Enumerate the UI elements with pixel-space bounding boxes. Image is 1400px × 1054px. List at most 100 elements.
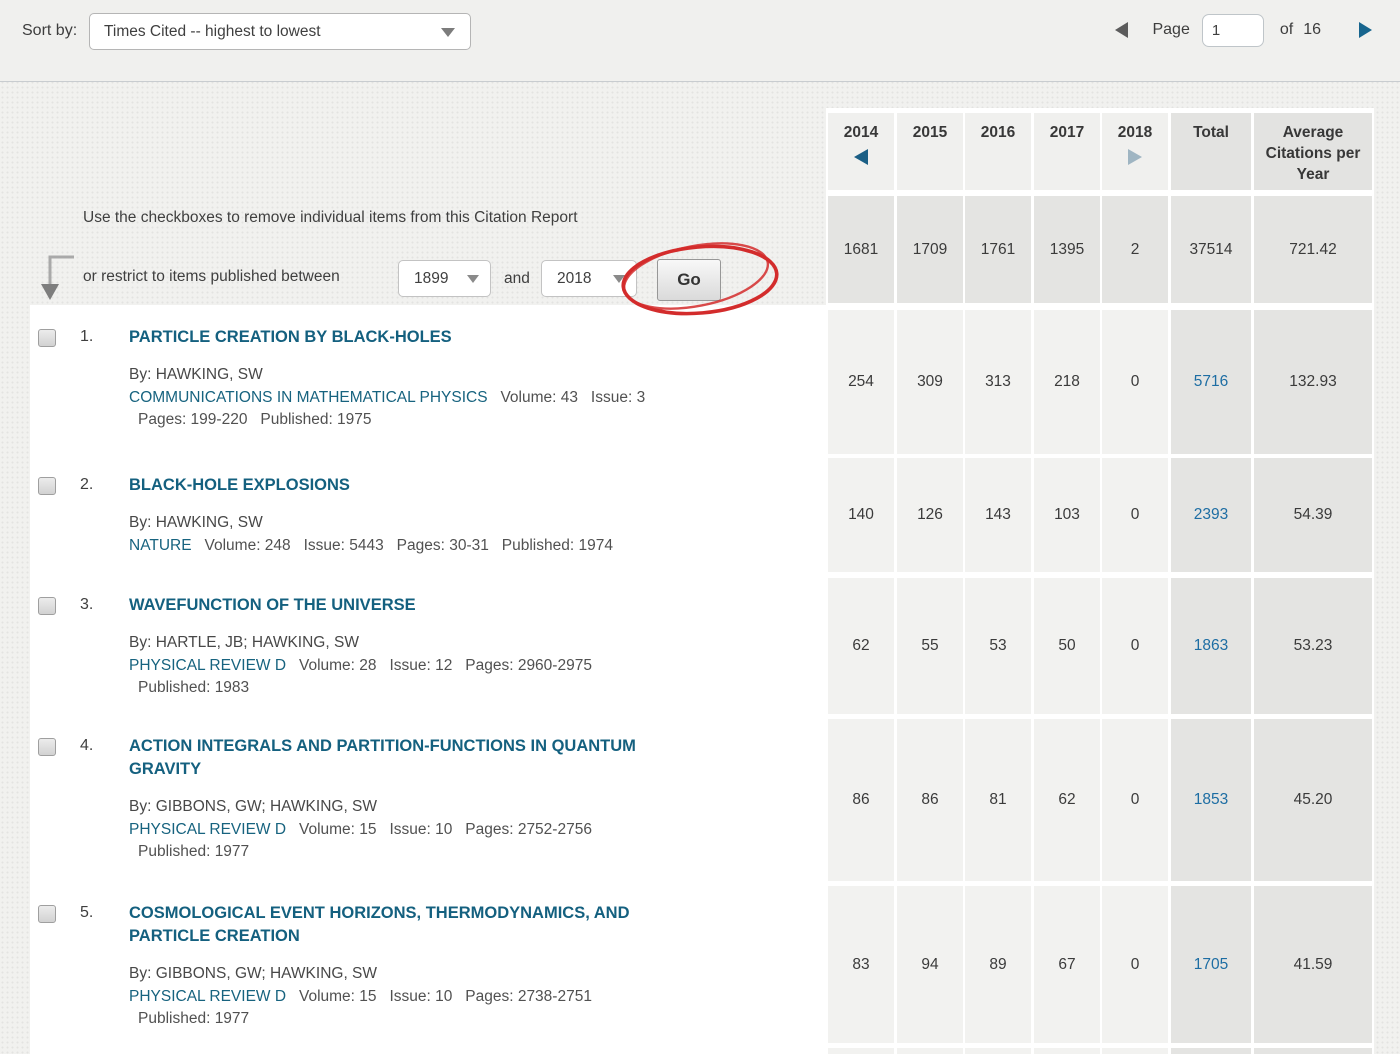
paper-year-citations-cell: 62 — [828, 578, 894, 714]
paper-year-citations-cell: 140 — [828, 458, 894, 572]
paper-year-citations-cell: 83 — [828, 886, 894, 1043]
paper-avg-citations-cell: 41.59 — [1254, 886, 1372, 1043]
paper-avg-citations-cell: 54.39 — [1254, 458, 1372, 572]
page-number-input[interactable] — [1202, 14, 1264, 47]
item-checkbox[interactable] — [38, 905, 56, 923]
item-checkbox[interactable] — [38, 477, 56, 495]
paper-total-citations-cell — [1171, 1048, 1251, 1054]
total-citations-link[interactable]: 1863 — [1194, 637, 1228, 655]
total-citations-link[interactable]: 2393 — [1194, 506, 1228, 524]
paper-title-link[interactable]: COSMOLOGICAL EVENT HORIZONS, THERMODYNAM… — [129, 902, 654, 948]
item-checkbox[interactable] — [38, 329, 56, 347]
paper-year-citations-cell: 143 — [965, 458, 1031, 572]
paper-avg-citations-cell — [1254, 1048, 1372, 1054]
paper-avg-citations-cell: 132.93 — [1254, 310, 1372, 454]
item-number: 1. — [80, 328, 93, 346]
paper-pages-published-meta: Published: 1983 — [129, 677, 819, 699]
paper-total-citations-cell: 1705 — [1171, 886, 1251, 1043]
paper-volume-issue-meta: Volume: 248 Issue: 5443 Pages: 30-31 Pub… — [192, 537, 613, 554]
paper-title-link[interactable]: PARTICLE CREATION BY BLACK-HOLES — [129, 326, 654, 349]
item-text-block: WAVEFUNCTION OF THE UNIVERSE By: HARTLE, … — [129, 594, 819, 699]
paper-title-link[interactable]: ACTION INTEGRALS AND PARTITION-FUNCTIONS… — [129, 735, 654, 781]
avg-citations-column-header: Average Citations per Year — [1254, 113, 1372, 190]
chevron-down-icon — [613, 275, 625, 283]
paper-year-citations-cell: 254 — [828, 310, 894, 454]
item-text-block: PARTICLE CREATION BY BLACK-HOLES By: HAWK… — [129, 326, 819, 431]
paper-pages-published-meta: Pages: 199-220 Published: 1975 — [129, 409, 819, 431]
year-from-value: 1899 — [414, 270, 448, 288]
journal-link[interactable]: PHYSICAL REVIEW D — [129, 988, 286, 1005]
year-header-label: 2015 — [913, 122, 947, 143]
paper-authors: By: GIBBONS, GW; HAWKING, SW — [129, 963, 819, 985]
sort-by-label: Sort by: — [22, 22, 77, 40]
total-citations-link[interactable]: 5716 — [1194, 373, 1228, 391]
paper-avg-citations-cell: 45.20 — [1254, 719, 1372, 881]
paper-year-citations-cell — [897, 1048, 963, 1054]
go-button[interactable]: Go — [657, 259, 721, 301]
prev-page-icon[interactable] — [1115, 22, 1128, 38]
paper-authors: By: HARTLE, JB; HAWKING, SW — [129, 632, 819, 654]
paper-volume-issue-meta: Volume: 15 Issue: 10 Pages: 2752-2756 — [286, 821, 592, 838]
paper-avg-citations-cell: 53.23 — [1254, 578, 1372, 714]
year-header-label: 2018 — [1118, 122, 1152, 143]
journal-link[interactable]: COMMUNICATIONS IN MATHEMATICAL PHYSICS — [129, 389, 488, 406]
paper-title-link[interactable]: BLACK-HOLE EXPLOSIONS — [129, 474, 654, 497]
paper-source-line: NATURE Volume: 248 Issue: 5443 Pages: 30… — [129, 534, 819, 557]
journal-link[interactable]: PHYSICAL REVIEW D — [129, 821, 286, 838]
totals-total-cell: 37514 — [1171, 196, 1251, 303]
paper-year-citations-cell: 0 — [1102, 886, 1168, 1043]
item-checkbox[interactable] — [38, 597, 56, 615]
citation-report-page: Sort by: Times Cited -- highest to lowes… — [0, 0, 1400, 1054]
paper-year-citations-cell: 0 — [1102, 310, 1168, 454]
total-citations-link[interactable]: 1853 — [1194, 791, 1228, 809]
and-label: and — [504, 270, 530, 288]
paper-source-line: PHYSICAL REVIEW D Volume: 28 Issue: 12 P… — [129, 654, 819, 677]
total-citations-link[interactable]: 1705 — [1194, 956, 1228, 974]
item-checkbox[interactable] — [38, 738, 56, 756]
paper-authors: By: GIBBONS, GW; HAWKING, SW — [129, 796, 819, 818]
year-from-select[interactable]: 1899 — [398, 260, 491, 297]
year-header-label: 2016 — [981, 122, 1015, 143]
item-number: 4. — [80, 737, 93, 755]
paper-year-citations-cell: 81 — [965, 719, 1031, 881]
paper-year-citations-cell: 103 — [1034, 458, 1100, 572]
paper-pages-published-meta: Published: 1977 — [129, 1008, 819, 1030]
paper-authors: By: HAWKING, SW — [129, 512, 819, 534]
paper-year-citations-cell: 126 — [897, 458, 963, 572]
item-number: 2. — [80, 476, 93, 494]
total-column-header: Total — [1171, 113, 1251, 190]
restrict-instruction-text: or restrict to items published between — [83, 268, 340, 286]
year-column-header: 2014 — [828, 113, 894, 190]
paper-total-citations-cell: 5716 — [1171, 310, 1251, 454]
paper-year-citations-cell: 86 — [897, 719, 963, 881]
paper-source-line: PHYSICAL REVIEW D Volume: 15 Issue: 10 P… — [129, 985, 819, 1008]
paper-year-citations-cell: 67 — [1034, 886, 1100, 1043]
sort-select-value: Times Cited -- highest to lowest — [104, 23, 321, 41]
paper-year-citations-cell: 53 — [965, 578, 1031, 714]
paper-year-citations-cell — [828, 1048, 894, 1054]
paper-year-citations-cell: 62 — [1034, 719, 1100, 881]
paper-year-citations-cell: 0 — [1102, 578, 1168, 714]
sort-select[interactable]: Times Cited -- highest to lowest — [89, 13, 471, 50]
year-to-select[interactable]: 2018 — [541, 260, 637, 297]
next-page-icon[interactable] — [1359, 22, 1372, 38]
year-column-header: 2016 — [965, 113, 1031, 190]
journal-link[interactable]: NATURE — [129, 537, 192, 554]
scroll-years-right-icon[interactable] — [1128, 149, 1142, 165]
paper-volume-issue-meta: Volume: 15 Issue: 10 Pages: 2738-2751 — [286, 988, 592, 1005]
journal-link[interactable]: PHYSICAL REVIEW D — [129, 657, 286, 674]
totals-year-cell: 1681 — [828, 196, 894, 303]
of-label: of — [1280, 21, 1293, 39]
paper-year-citations-cell: 89 — [965, 886, 1031, 1043]
paper-pages-published-meta: Published: 1977 — [129, 841, 819, 863]
paper-authors: By: HAWKING, SW — [129, 364, 819, 386]
paper-year-citations-cell: 0 — [1102, 458, 1168, 572]
scroll-years-left-icon[interactable] — [854, 149, 868, 165]
paper-title-link[interactable]: WAVEFUNCTION OF THE UNIVERSE — [129, 594, 654, 617]
paper-total-citations-cell: 1853 — [1171, 719, 1251, 881]
paper-year-citations-cell: 86 — [828, 719, 894, 881]
branch-down-arrow-icon — [38, 252, 76, 302]
totals-avg-cell: 721.42 — [1254, 196, 1372, 303]
year-column-header: 2018 — [1102, 113, 1168, 190]
item-text-block: ACTION INTEGRALS AND PARTITION-FUNCTIONS… — [129, 735, 819, 863]
